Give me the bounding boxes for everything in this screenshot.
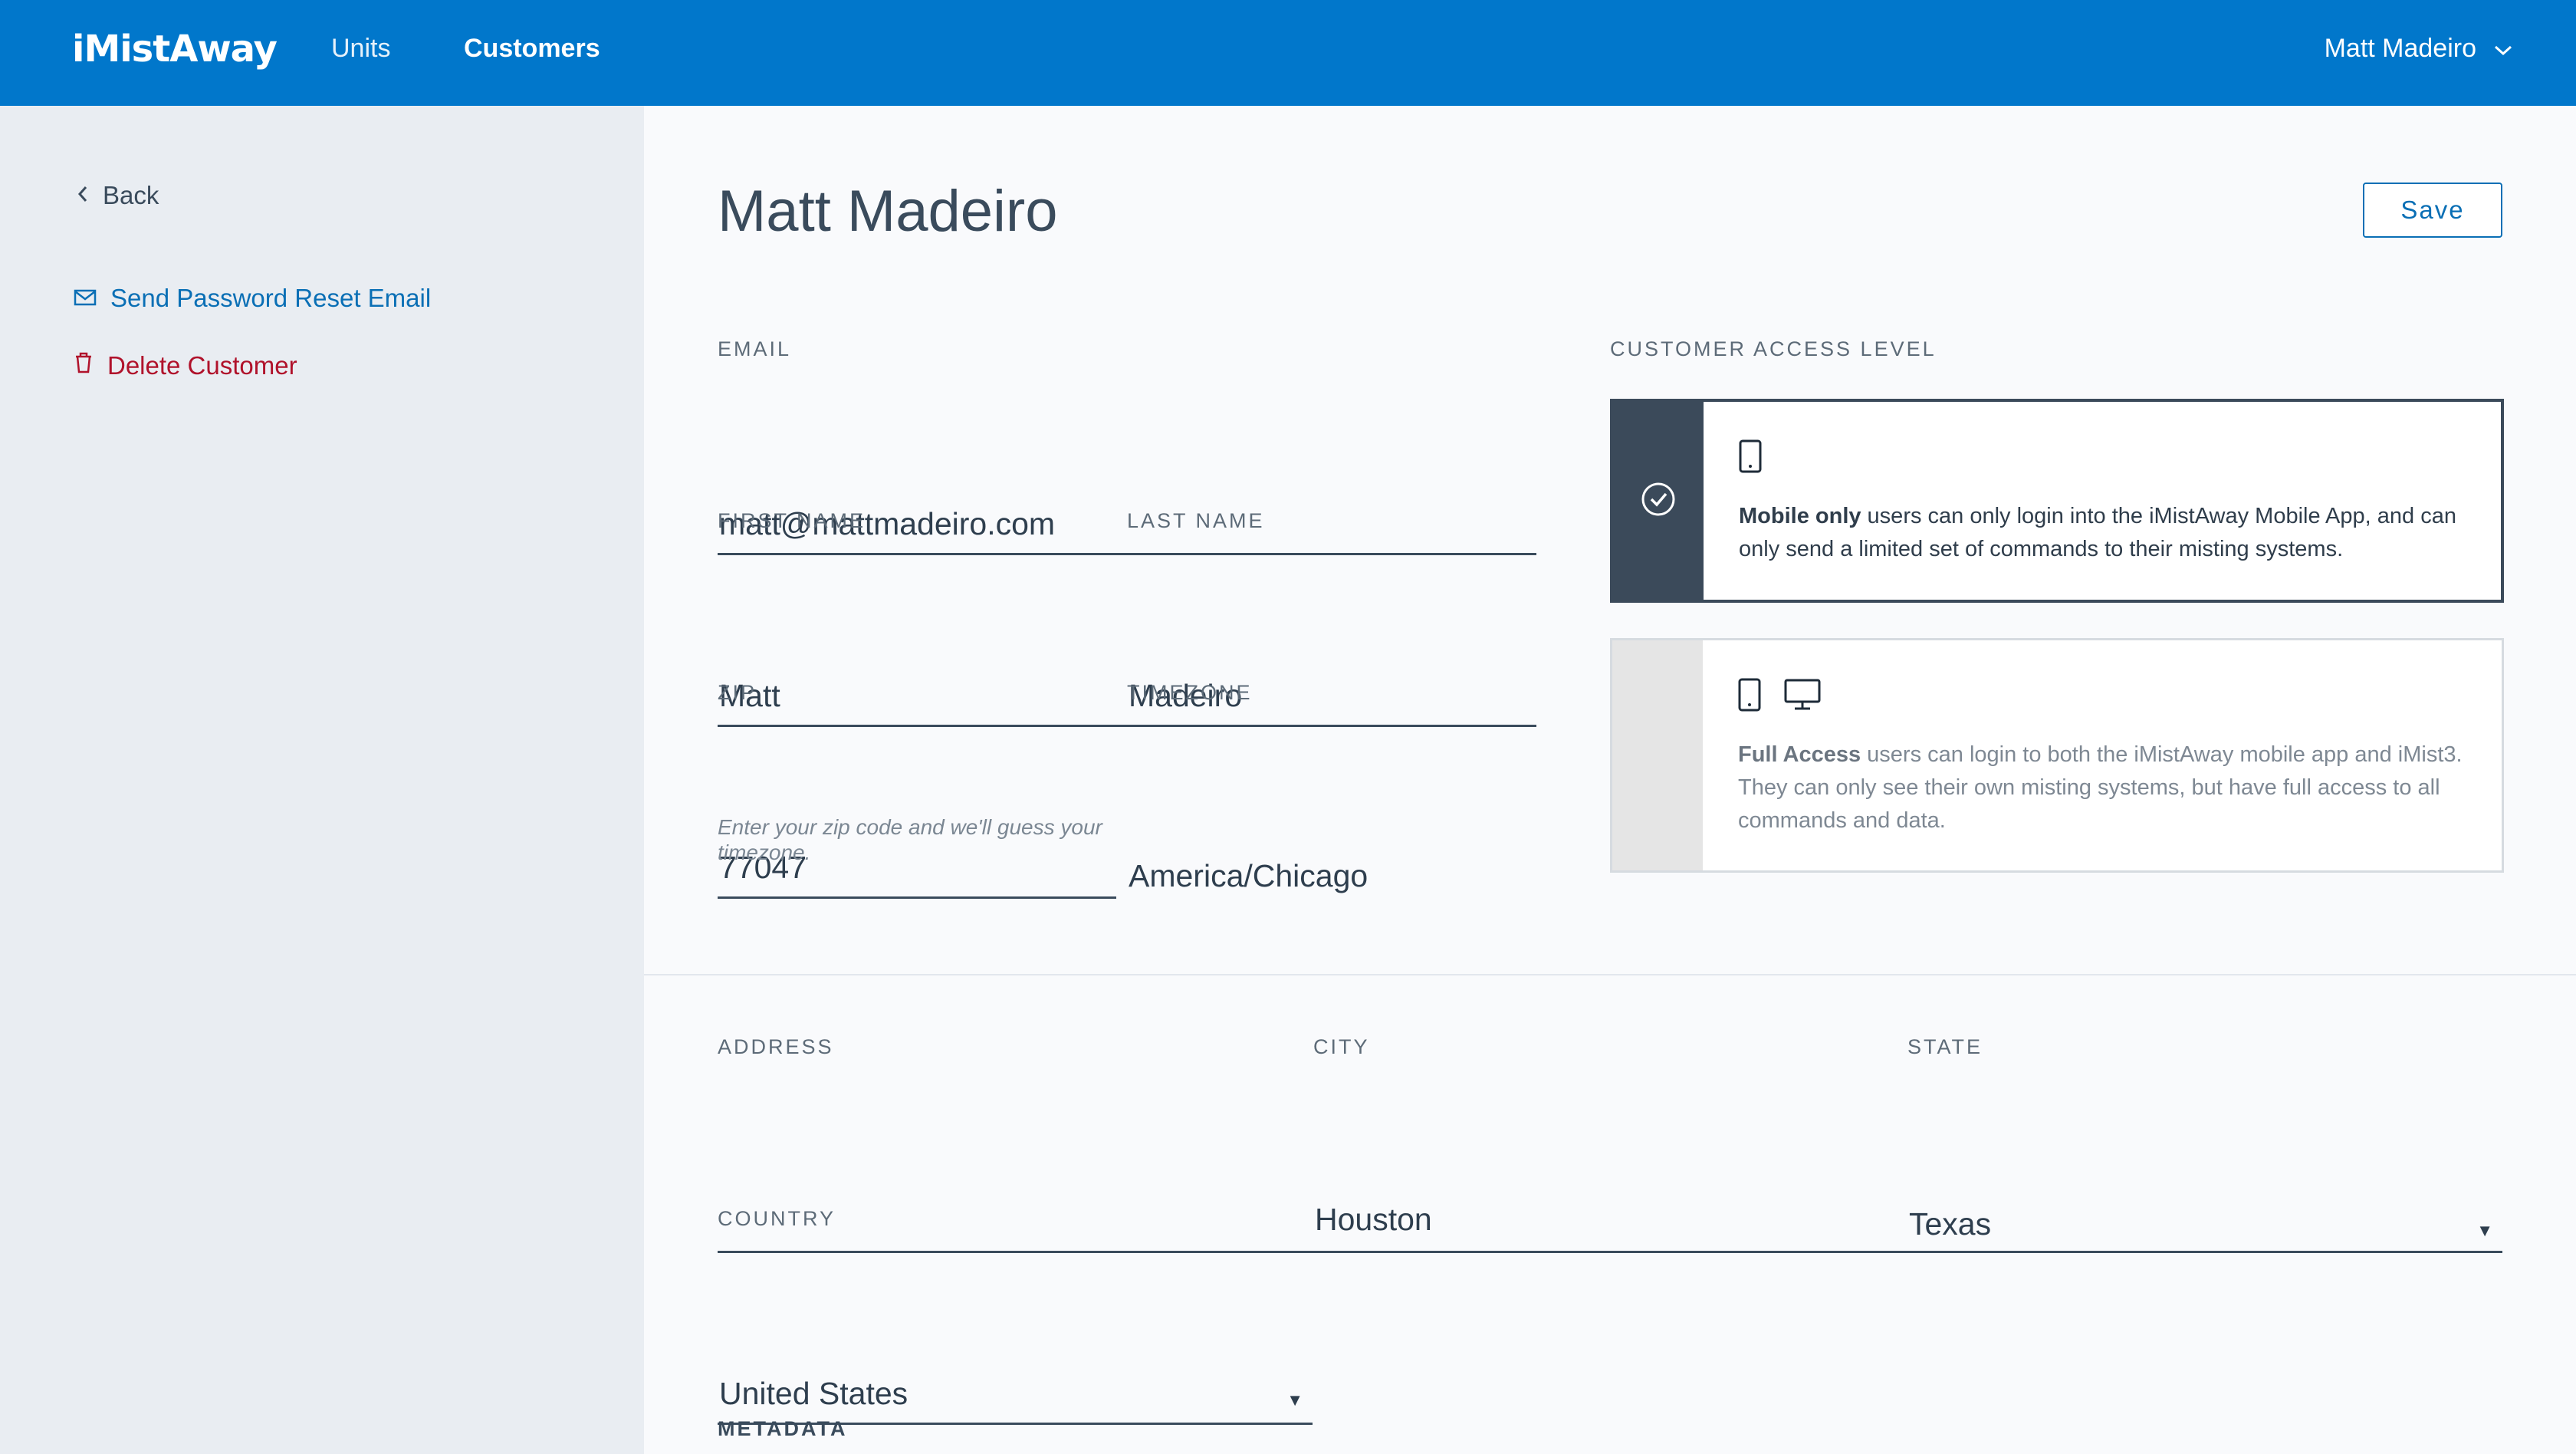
app-logo[interactable]: iMistAway [72,28,278,71]
access-level-label: CUSTOMER ACCESS LEVEL [1610,337,1937,360]
main-content: Matt Madeiro Save EMAIL matt@mattmadeiro… [644,106,2576,1454]
zip-label: ZIP [718,681,757,704]
timezone-value: America/Chicago [1129,858,1368,893]
state-select[interactable]: Texas ▼ [1907,1187,2502,1253]
monitor-icon [1784,679,1821,715]
delete-customer-label: Delete Customer [107,351,297,380]
access-option-description: Full Access users can login to both the … [1738,739,2463,837]
access-option-title: Mobile only [1739,504,1861,528]
country-label: COUNTRY [718,1207,836,1230]
email-label: EMAIL [718,337,792,360]
access-option-mobile-only[interactable]: Mobile only users can only login into th… [1610,399,2504,603]
access-option-selector[interactable] [1613,402,1704,600]
timezone-label: TIMEZONE [1127,681,1253,704]
chevron-left-icon [77,181,89,210]
city-label: CITY [1313,1035,1370,1058]
nav-units[interactable]: Units [331,34,390,64]
last-name-label: LAST NAME [1127,509,1265,532]
country-value: United States [719,1376,909,1411]
state-label: STATE [1907,1035,1983,1058]
access-option-selector[interactable] [1612,640,1703,870]
dropdown-caret-icon: ▼ [1286,1390,1303,1410]
sidebar: Back Send Password Reset Email Delete Cu… [0,106,644,1454]
section-divider [644,974,2576,975]
access-option-title: Full Access [1738,742,1861,767]
trash-icon [74,351,94,380]
top-nav-bar: iMistAway Units Customers Matt Madeiro [0,0,2576,106]
check-circle-icon [1639,480,1677,522]
user-name: Matt Madeiro [2324,34,2476,63]
timezone-value-field: America/Chicago [1127,839,1536,905]
nav-customers[interactable]: Customers [464,34,600,64]
first-name-field[interactable]: Matt [718,661,1127,727]
address-label: ADDRESS [718,1035,834,1058]
page-title: Matt Madeiro [718,179,1058,244]
access-option-description: Mobile only users can only login into th… [1739,500,2463,566]
send-password-reset-button[interactable]: Send Password Reset Email [74,284,431,313]
access-option-full-access[interactable]: Full Access users can login to both the … [1610,638,2504,873]
first-name-label: FIRST NAME [718,509,866,532]
city-field[interactable]: Houston [1313,1183,1881,1248]
back-link[interactable]: Back [77,181,159,210]
send-password-reset-label: Send Password Reset Email [110,284,432,312]
delete-customer-button[interactable]: Delete Customer [74,351,297,380]
user-menu[interactable]: Matt Madeiro [2325,34,2513,64]
envelope-icon [74,284,97,313]
city-value: Houston [1315,1202,1432,1237]
dropdown-caret-icon: ▼ [2476,1221,2493,1240]
state-value: Texas [1909,1206,1992,1242]
chevron-down-icon [2493,34,2513,64]
country-select[interactable]: United States ▼ [718,1359,1313,1425]
save-button[interactable]: Save [2363,183,2502,238]
zip-hint: Enter your zip code and we'll guess your… [718,815,1102,864]
back-label: Back [103,181,159,209]
tablet-icon [1738,678,1761,715]
metadata-label: METADATA [718,1417,848,1440]
tablet-icon [1739,439,1762,477]
